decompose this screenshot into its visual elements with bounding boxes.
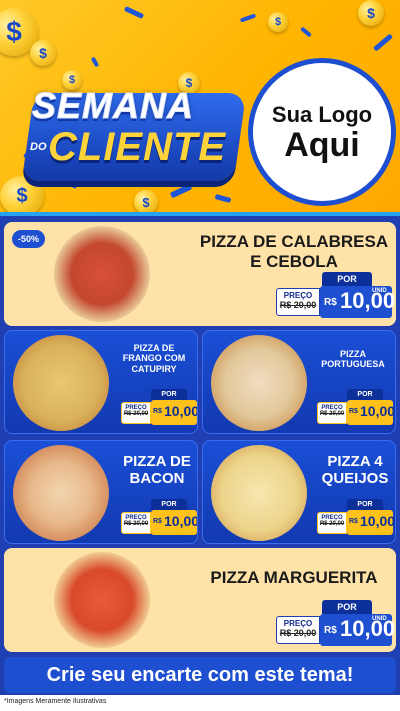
product-card: PIZZA DE BACON POR PREÇO R$ 20,00 R$ 10,…: [4, 440, 198, 544]
logo-line2: Aqui: [284, 126, 360, 164]
price-tag: POR PREÇO R$ 20,00 R$ 10,00: [317, 499, 395, 537]
cta-button[interactable]: Crie seu encarte com este tema!: [4, 657, 396, 693]
product-card: PIZZA DE FRANGO COM CATUPIRY POR PREÇO R…: [4, 330, 198, 434]
price-por: POR: [322, 272, 372, 286]
pizza-portuguesa-image: [211, 335, 307, 431]
title-small: DO: [30, 141, 47, 153]
confetti: [214, 194, 232, 203]
confetti: [300, 26, 312, 38]
product-name: PIZZA PORTUGUESA: [321, 349, 385, 370]
pizza-bacon-image: [13, 445, 109, 541]
price-por: POR: [347, 499, 383, 510]
price-por: POR: [151, 389, 187, 400]
hero-banner: $ $ $ $ $ $ $ $ SEMANA DO CLIENTE Sua Lo…: [0, 0, 400, 212]
logo-line1: Sua Logo: [271, 102, 373, 127]
title-line2: CLIENTE: [48, 125, 227, 169]
flyer: $ $ $ $ $ $ $ $ SEMANA DO CLIENTE Sua Lo…: [0, 0, 400, 711]
footnote: *Imagens Meramente Ilustrativas: [0, 695, 400, 711]
product-name: PIZZA MARGUERITA: [210, 568, 378, 587]
price-old-box: PREÇO R$ 20,00: [121, 512, 151, 534]
price-new-box: R$ 10,00 UNID: [320, 286, 395, 318]
price-new-box: R$ 10,00: [347, 400, 395, 425]
price-old-box: PREÇO R$ 20,00: [317, 512, 347, 534]
logo-placeholder: Sua Logo Aqui: [248, 58, 396, 206]
title-line1: SEMANA: [31, 85, 195, 127]
divider: [0, 212, 400, 216]
product-card: PIZZA MARGUERITA POR PREÇO R$ 20,00 R$ 1…: [4, 548, 396, 652]
price-new-box: R$ 10,00: [151, 400, 197, 425]
price-old-box: PREÇO R$ 20,00: [317, 402, 347, 424]
coin-icon: $: [0, 176, 44, 212]
price-tag: POR PREÇO R$ 20,00 R$ 10,00: [121, 389, 197, 427]
product-name: PIZZA 4 QUEIJOS: [321, 453, 389, 488]
price-por: POR: [322, 600, 372, 614]
price-tag: POR PREÇO R$ 20,00 R$ 10,00 UNID: [276, 600, 395, 648]
coin-icon: $: [134, 190, 158, 212]
price-old-box: PREÇO R$ 20,00: [276, 288, 320, 316]
confetti: [372, 33, 394, 52]
confetti: [169, 183, 193, 199]
price-tag: POR PREÇO R$ 20,00 R$ 10,00: [121, 499, 197, 537]
product-card: PIZZA 4 QUEIJOS POR PREÇO R$ 20,00 R$ 10…: [202, 440, 396, 544]
confetti: [123, 6, 145, 19]
price-tag: POR PREÇO R$ 20,00 R$ 10,00: [317, 389, 395, 427]
product-name: PIZZA DE FRANGO COM CATUPIRY: [122, 343, 186, 374]
coin-icon: $: [268, 12, 288, 32]
product-name: PIZZA DE BACON: [123, 453, 191, 488]
price-new-box: R$ 10,00: [151, 510, 197, 535]
confetti: [239, 13, 257, 23]
product-card: -50% PIZZA DE CALABRESA E CEBOLA POR PRE…: [4, 222, 396, 326]
product-name: PIZZA DE CALABRESA E CEBOLA: [199, 232, 389, 271]
price-new-box: R$ 10,00: [347, 510, 395, 535]
price-old-box: PREÇO R$ 20,00: [121, 402, 151, 424]
pizza-calabresa-image: [54, 226, 150, 322]
price-new-box: R$ 10,00 UNID: [320, 614, 395, 646]
pizza-marguerita-image: [54, 552, 150, 648]
discount-badge: -50%: [12, 230, 46, 248]
confetti: [90, 56, 100, 68]
price-tag: POR PREÇO R$ 20,00 R$ 10,00 UNID: [276, 272, 395, 320]
product-card: PIZZA PORTUGUESA POR PREÇO R$ 20,00 R$ 1…: [202, 330, 396, 434]
coin-icon: $: [30, 40, 56, 66]
pizza-4-queijos-image: [211, 445, 307, 541]
price-por: POR: [151, 499, 187, 510]
event-title: SEMANA DO CLIENTE: [18, 85, 247, 181]
pizza-frango-image: [13, 335, 109, 431]
price-old-box: PREÇO R$ 20,00: [276, 616, 320, 644]
coin-icon: $: [358, 0, 384, 26]
price-por: POR: [347, 389, 383, 400]
